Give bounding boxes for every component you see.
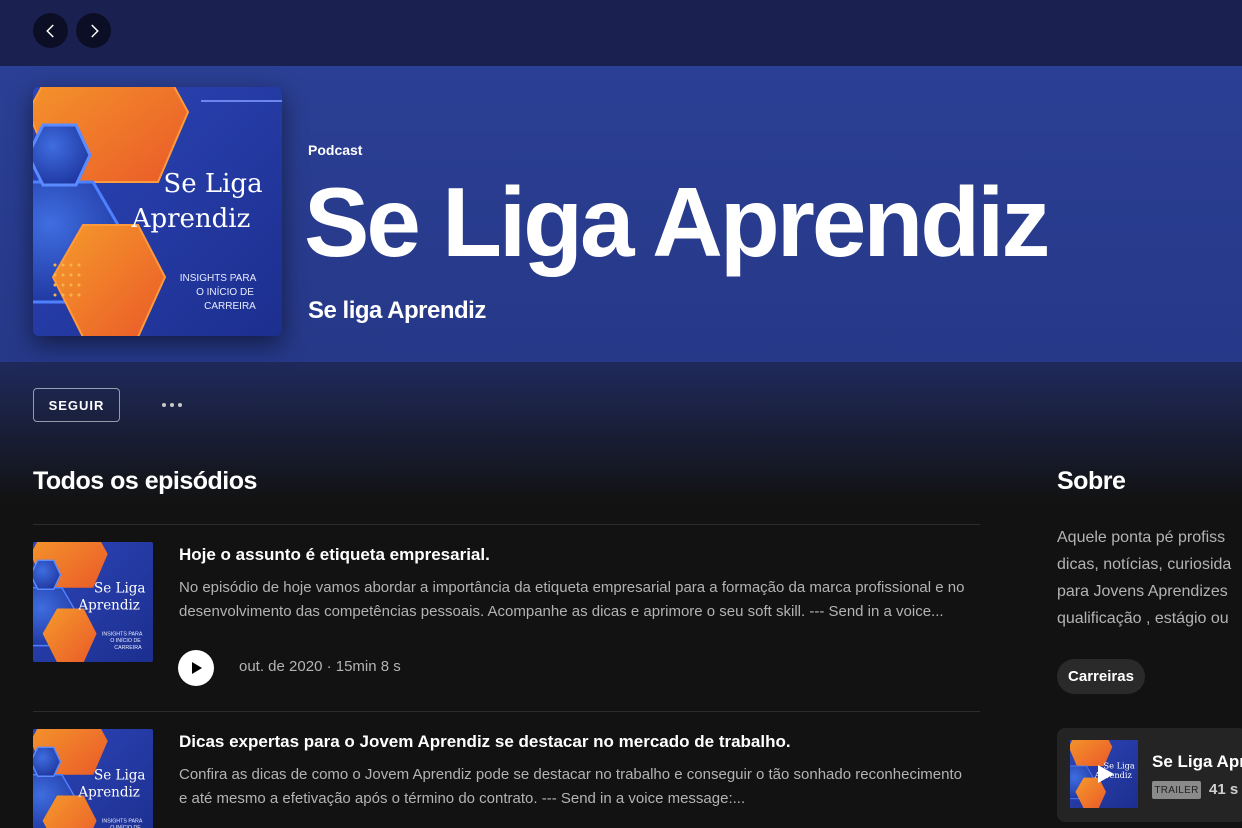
thumb-tagline-line1: INSIGHTS PARA (102, 631, 143, 637)
about-section-title: Sobre (1057, 467, 1126, 495)
top-bar (0, 0, 1242, 66)
podcast-cover: Se Liga Aprendiz INSIGHTS PARA O INÍCIO … (33, 87, 282, 336)
episode-cover-art: Se Liga Aprendiz INSIGHTS PARA O INÍCIO … (33, 729, 153, 828)
more-options-button[interactable] (155, 394, 189, 416)
thumb-title-line2: Aprendiz (77, 784, 140, 800)
episode-description-line: Confira as dicas de como o Jovem Aprendi… (179, 766, 962, 783)
episode-divider (33, 711, 980, 712)
episode-title[interactable]: Hoje o assunto é etiqueta empresarial. (179, 545, 490, 565)
category-chip[interactable]: Carreiras (1057, 659, 1145, 694)
thumb-title-line1: Se Liga (94, 768, 145, 784)
trailer-card[interactable]: Se Liga Aprendiz Se Liga Apr TRAILER 41 … (1057, 728, 1242, 822)
back-button[interactable] (33, 13, 68, 48)
episode-cover-art: Se Liga Aprendiz INSIGHTS PARA O INÍCIO … (33, 542, 153, 662)
thumb-title-line1: Se Liga (94, 581, 145, 597)
episode-description-line: e até mesmo a efetivação após o término … (179, 790, 746, 807)
thumb-tagline-line3: CARREIRA (114, 645, 142, 651)
trailer-duration: 41 s (1209, 781, 1239, 798)
more-dot (170, 403, 174, 407)
cover-tagline-line2: O INÍCIO DE (196, 285, 254, 298)
episodes-section-title: Todos os episódios (33, 467, 257, 495)
episode-description-line: desenvolvimento das competências pessoai… (179, 603, 944, 620)
play-button[interactable] (178, 650, 214, 686)
about-line: para Jovens Aprendizes (1057, 583, 1228, 600)
episode-description: Confira as dicas de como o Jovem Aprendi… (179, 763, 984, 811)
thumb-tagline-line2: O INÍCIO DE (110, 637, 141, 644)
about-description: Aquele ponta pé profiss dicas, notícias,… (1057, 524, 1242, 632)
play-icon (192, 662, 202, 674)
thumb-tagline-line1: INSIGHTS PARA (102, 818, 143, 824)
about-line: Aquele ponta pé profiss (1057, 529, 1226, 546)
episode-description: No episódio de hoje vamos abordar a impo… (179, 576, 984, 624)
thumb-title-line2: Aprendiz (77, 597, 140, 613)
cover-title-line2: Aprendiz (131, 204, 251, 234)
trailer-badge: TRAILER (1152, 781, 1201, 799)
cover-tagline-line3: CARREIRA (204, 301, 256, 312)
more-dot (178, 403, 182, 407)
about-line: dicas, notícias, curiosida (1057, 556, 1232, 573)
cover-tagline-line1: INSIGHTS PARA (180, 273, 257, 284)
chevron-right-icon (90, 23, 99, 38)
cover-title-line1: Se Liga (163, 169, 262, 199)
episode-thumbnail[interactable]: Se Liga Aprendiz INSIGHTS PARA O INÍCIO … (33, 729, 153, 828)
play-icon[interactable] (1095, 764, 1115, 784)
episode-meta: out. de 2020 · 15min 8 s (239, 658, 401, 675)
chevron-left-icon (45, 23, 54, 38)
content-type-label: Podcast (308, 142, 363, 158)
episode-thumbnail[interactable]: Se Liga Aprendiz INSIGHTS PARA O INÍCIO … (33, 542, 153, 662)
more-dots-icon (162, 403, 166, 407)
episode-description-line: No episódio de hoje vamos abordar a impo… (179, 579, 965, 596)
about-line: qualificação , estágio ou (1057, 610, 1229, 627)
follow-button[interactable]: SEGUIR (33, 388, 120, 422)
cover-artwork: Se Liga Aprendiz INSIGHTS PARA O INÍCIO … (33, 87, 282, 336)
trailer-title: Se Liga Apr (1152, 752, 1242, 771)
episode-title[interactable]: Dicas expertas para o Jovem Aprendiz se … (179, 732, 791, 752)
forward-button[interactable] (76, 13, 111, 48)
thumb-tagline-line2: O INÍCIO DE (110, 824, 141, 828)
publisher-name[interactable]: Se liga Aprendiz (308, 297, 486, 325)
episode-divider (33, 524, 980, 525)
page-title: Se Liga Aprendiz (304, 167, 1050, 277)
